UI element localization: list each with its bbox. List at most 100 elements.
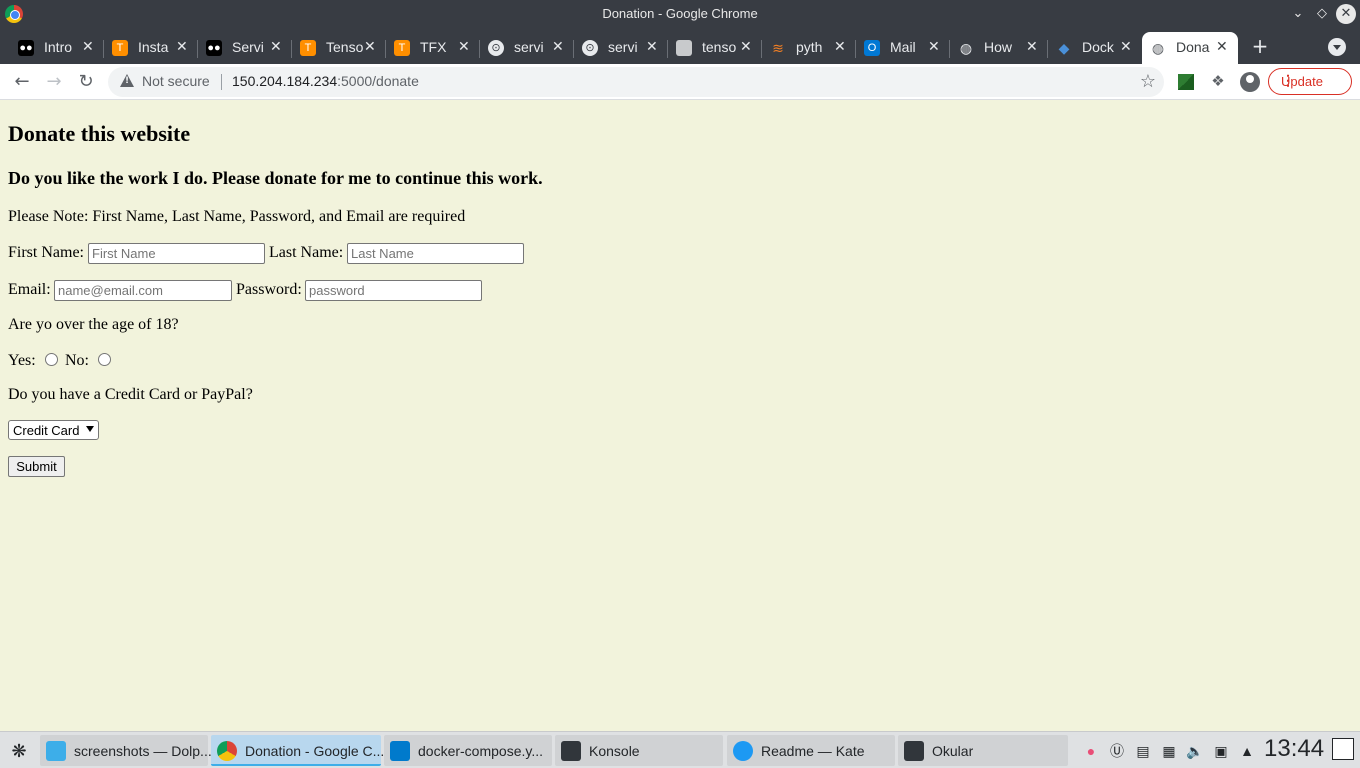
clock[interactable]: 13:44 (1264, 735, 1324, 763)
task-kate[interactable]: Readme — Kate (727, 735, 895, 766)
window-title: Donation - Google Chrome (602, 6, 758, 21)
no-radio[interactable] (98, 353, 111, 366)
close-tab-icon[interactable]: ✕ (928, 38, 940, 55)
show-desktop-icon[interactable] (1332, 738, 1354, 760)
tab-insta[interactable]: T Insta ✕ (104, 32, 198, 64)
vscode-icon (390, 741, 410, 761)
chrome-icon (217, 741, 237, 761)
title-bar: Donation - Google Chrome ⌄ ◇ ✕ (0, 0, 1360, 28)
url-path: :5000/donate (337, 73, 419, 89)
tab-dock[interactable]: ◆ Dock ✕ (1048, 32, 1142, 64)
task-vscode[interactable]: docker-compose.y... (384, 735, 552, 766)
tab-label: servi (608, 39, 638, 55)
screen-icon[interactable]: ▦ (1160, 742, 1178, 760)
network-icon[interactable]: ▣ (1212, 742, 1230, 760)
tray-expand-icon[interactable]: ▲ (1238, 742, 1256, 760)
maximize-icon[interactable]: ◇ (1312, 4, 1332, 24)
last-name-input[interactable] (347, 243, 524, 264)
close-tab-icon[interactable]: ✕ (1216, 38, 1228, 55)
close-tab-icon[interactable]: ✕ (552, 38, 564, 55)
volume-muted-icon[interactable]: 🔈 (1186, 742, 1204, 760)
password-label: Password: (236, 281, 302, 298)
tab-label: pyth (796, 39, 823, 55)
yes-radio[interactable] (45, 353, 58, 366)
close-tab-icon[interactable]: ✕ (646, 38, 658, 55)
minimize-icon[interactable]: ⌄ (1288, 4, 1308, 24)
tab-github-servi[interactable]: ⊙ servi ✕ (480, 32, 574, 64)
application-launcher-icon[interactable]: ❋ (8, 740, 30, 762)
chevron-down-icon (86, 426, 94, 432)
tab-label: Dock (1082, 39, 1114, 55)
tab-search-icon[interactable] (1328, 38, 1346, 56)
close-tab-icon[interactable]: ✕ (270, 38, 282, 55)
more-menu-icon: ⋮ (1281, 72, 1295, 88)
tab-label: Dona (1176, 39, 1210, 55)
clipboard-icon[interactable]: ▤ (1134, 742, 1152, 760)
payment-select[interactable]: Credit Card (8, 420, 99, 440)
task-chrome[interactable]: Donation - Google C... (211, 735, 384, 766)
close-tab-icon[interactable]: ✕ (834, 38, 846, 55)
tab-label: How (984, 39, 1013, 55)
tab-pyth[interactable]: ≋ pyth ✕ (762, 32, 856, 64)
update-button[interactable]: Update ⋮ (1268, 68, 1352, 95)
forward-icon[interactable]: → (42, 70, 66, 94)
tab-github-servi-2[interactable]: ⊙ servi ✕ (574, 32, 668, 64)
tab-label: TFX (420, 39, 447, 55)
close-tab-icon[interactable]: ✕ (176, 38, 188, 55)
tensorflow-icon: T (112, 40, 128, 56)
tab-tenso[interactable]: T Tenso ✕ (292, 32, 386, 64)
extension-icon[interactable] (1178, 74, 1194, 90)
first-name-input[interactable] (88, 243, 265, 264)
email-label: Email: (8, 281, 51, 298)
reload-icon[interactable]: ↻ (74, 70, 98, 94)
globe-icon: ◍ (959, 40, 973, 56)
back-icon[interactable]: ← (10, 70, 34, 94)
task-konsole[interactable]: Konsole (555, 735, 723, 766)
page-title: Donate this website (8, 121, 191, 146)
extensions-puzzle-icon[interactable]: ❖ (1209, 72, 1227, 90)
page-content: Donate this website Do you like the work… (0, 101, 1360, 731)
kate-icon (733, 741, 753, 761)
tab-how[interactable]: ◍ How ✕ (950, 32, 1048, 64)
warning-icon (120, 74, 134, 87)
browser-toolbar: ← → ↻ Not secure 150.204.184.234:5000/do… (0, 64, 1360, 100)
new-tab-button[interactable]: + (1250, 36, 1270, 56)
tab-intro[interactable]: ●● Intro ✕ (10, 32, 104, 64)
tab-strip: ●● Intro ✕ T Insta ✕ ●● Servi ✕ T Tenso … (0, 28, 1360, 64)
close-window-icon[interactable]: ✕ (1336, 4, 1356, 24)
close-tab-icon[interactable]: ✕ (1120, 38, 1132, 55)
github-icon: ⊙ (488, 40, 504, 56)
outlook-icon: O (864, 40, 880, 56)
tab-tfx[interactable]: T TFX ✕ (386, 32, 480, 64)
tab-donation[interactable]: ◍ Dona ✕ (1142, 32, 1238, 64)
last-name-label: Last Name: (269, 244, 344, 261)
url-text[interactable]: 150.204.184.234:5000/donate (232, 73, 419, 89)
firefox-tray-icon[interactable]: ● (1082, 742, 1100, 760)
tab-mail[interactable]: O Mail ✕ (856, 32, 950, 64)
submit-button[interactable]: Submit (8, 456, 65, 477)
task-okular[interactable]: Okular (898, 735, 1068, 766)
password-input[interactable] (305, 280, 482, 301)
close-tab-icon[interactable]: ✕ (82, 38, 94, 55)
page-subtitle: Do you like the work I do. Please donate… (8, 168, 543, 188)
okular-icon (904, 741, 924, 761)
update-tray-icon[interactable]: Ⓤ (1108, 742, 1126, 760)
close-tab-icon[interactable]: ✕ (364, 38, 376, 55)
close-tab-icon[interactable]: ✕ (740, 38, 752, 55)
url-host: 150.204.184.234 (232, 73, 338, 89)
security-status[interactable]: Not secure (142, 73, 210, 89)
tab-servi[interactable]: ●● Servi ✕ (198, 32, 292, 64)
close-tab-icon[interactable]: ✕ (1026, 38, 1038, 55)
gitlab-icon: ◆ (1058, 40, 1070, 56)
email-input[interactable] (54, 280, 232, 301)
bookmark-star-icon[interactable]: ☆ (1140, 71, 1156, 92)
profile-avatar-icon[interactable] (1240, 72, 1260, 92)
tensorflow-icon: T (300, 40, 316, 56)
task-dolphin[interactable]: screenshots — Dolp... (40, 735, 212, 766)
address-bar[interactable]: Not secure 150.204.184.234:5000/donate ☆ (108, 67, 1164, 97)
task-label: Konsole (589, 743, 640, 759)
tab-tenso-2[interactable]: tenso ✕ (668, 32, 762, 64)
close-tab-icon[interactable]: ✕ (458, 38, 470, 55)
task-label: Readme — Kate (761, 743, 865, 759)
payment-selected-value: Credit Card (13, 423, 80, 438)
